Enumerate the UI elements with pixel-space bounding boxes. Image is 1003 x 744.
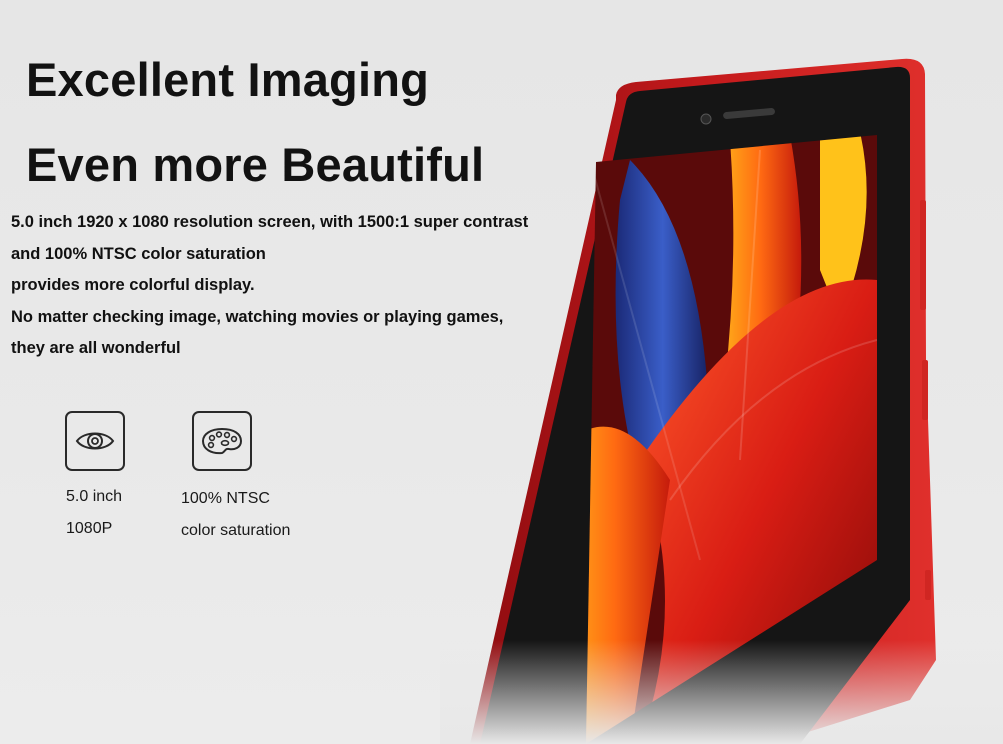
eye-icon-frame — [65, 411, 125, 471]
phone-image — [440, 40, 1003, 744]
phone-side-button — [922, 360, 928, 420]
phone-side-button — [920, 200, 926, 310]
feature-saturation-text: color saturation — [181, 522, 291, 539]
front-camera — [700, 113, 712, 125]
headline-even-more-beautiful: Even more Beautiful — [26, 138, 485, 191]
palette-icon-frame — [192, 411, 252, 471]
eye-icon — [75, 432, 115, 450]
feature-screen-label: 5.0 inch 1080P — [66, 481, 122, 545]
feature-screen-size-text: 5.0 inch — [66, 488, 123, 505]
feature-color-label: 100% NTSC color saturation — [181, 483, 290, 547]
palette-icon — [201, 427, 243, 455]
phone-illustration — [440, 58, 1003, 744]
headline-excellent-imaging: Excellent Imaging — [26, 53, 430, 106]
phone-side-button — [925, 570, 931, 600]
feature-resolution-text: 1080P — [66, 520, 113, 537]
feature-ntsc-text: 100% NTSC — [181, 490, 270, 507]
